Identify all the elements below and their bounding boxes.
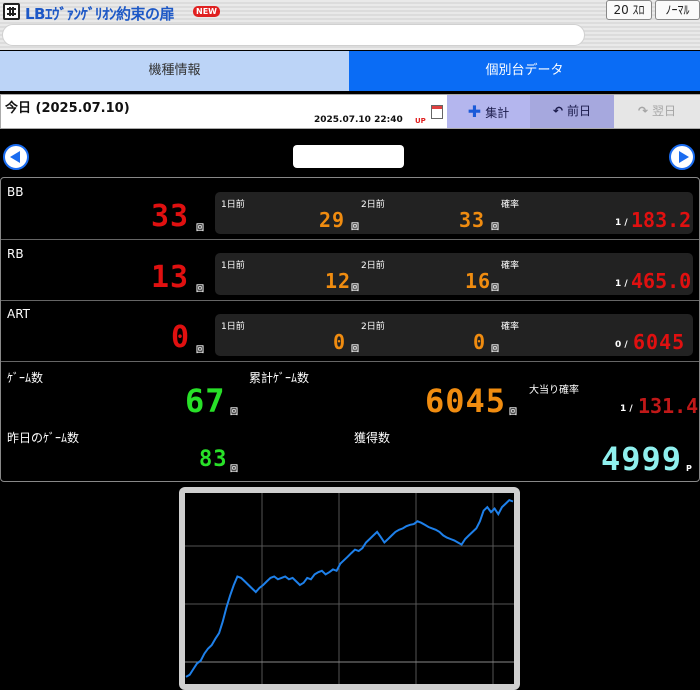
bb-count: 33 [151,199,190,234]
rb-rate-prefix: 1 / [615,279,628,289]
app-header: LBｴｳﾞｧﾝｹﾞﾘｵﾝ約束の扉 NEW 20 ｽﾛ ﾉｰﾏﾙ [0,0,700,50]
chart-background [185,493,514,684]
undo-arrow-icon: ↶ [552,104,564,118]
rb-rate-value: 465.0 [631,269,692,293]
art-rate-prefix: 0 / [615,340,628,350]
mode-toggle-button[interactable]: ﾉｰﾏﾙ [655,0,700,20]
unit-number-display [293,145,404,168]
bb-rate-value: 183.2 [631,208,692,232]
art-rate-value: 6045 [633,330,686,354]
slump-graph-chart [185,493,514,684]
next-day-button: ↷ 翌日 [614,95,700,128]
art-day2-label: 2日前 [361,322,385,332]
yesterday-games-unit: 回 [230,464,238,473]
search-input[interactable] [2,24,585,46]
bb-row: BB 33 回 1日前 2日前 確率 29 回 33 回 1 / 183.2 [1,178,699,240]
games-unit: 回 [230,407,238,416]
total-games-unit: 回 [509,407,517,416]
art-label: ART [7,307,31,321]
acquired-label: 獲得数 [354,431,391,445]
acquired-value: 4999 [601,440,683,478]
bb-history: 1日前 2日前 確率 29 回 33 回 1 / 183.2 [215,192,693,234]
hit-rate-label: 大当り確率 [529,385,579,396]
bb-day1-label: 1日前 [221,200,245,210]
tab-machine-info[interactable]: 機種情報 [0,51,349,91]
today-label: 今日 (2025.07.10) [5,101,130,116]
prev-day-button[interactable]: ↶ 前日 [530,95,614,128]
up-mark: UP [415,117,426,125]
total-games-label: 累計ｹﾞｰﾑ数 [249,371,310,385]
art-rate-label: 確率 [501,322,520,332]
total-button[interactable]: ✚ 集計 [447,95,530,128]
rb-rate-label: 確率 [501,261,520,271]
rb-count: 13 [151,260,190,295]
bb-day2-value: 33 [459,208,486,232]
rb-day2-value: 16 [465,269,492,293]
next-unit-arrow-icon[interactable] [669,144,695,170]
bb-unit: 回 [196,223,204,232]
art-history: 1日前 2日前 確率 0 回 0 回 0 / 6045 [215,314,693,356]
art-unit: 回 [196,345,204,354]
yesterday-games-label: 昨日のｹﾞｰﾑ数 [7,431,80,445]
bb-day2-label: 2日前 [361,200,385,210]
rb-row: RB 13 回 1日前 2日前 確率 12 回 16 回 1 / 465.0 [1,240,699,301]
rb-history: 1日前 2日前 確率 12 回 16 回 1 / 465.0 [215,253,693,295]
calendar-icon[interactable] [431,105,443,119]
acquired-unit: P [686,464,692,473]
bb-rate-prefix: 1 / [615,218,628,228]
rb-day2-label: 2日前 [361,261,385,271]
date-bar: 今日 (2025.07.10) 2025.07.10 22:40 UP ✚ 集計 … [0,94,700,129]
new-badge: NEW [193,6,220,17]
bb-rate-label: 確率 [501,200,520,210]
games-value: 67 [185,382,226,420]
art-row: ART 0 回 1日前 2日前 確率 0 回 0 回 0 / 6045 [1,301,699,362]
art-day2-value: 0 [473,330,487,354]
rb-day1-label: 1日前 [221,261,245,271]
redo-arrow-icon: ↷ [637,104,649,118]
plus-icon: ✚ [467,102,482,121]
bb-day1-value: 29 [319,208,346,232]
slump-graph [179,487,520,690]
data-panel: BB 33 回 1日前 2日前 確率 29 回 33 回 1 / 183.2 R… [0,177,700,482]
machine-title: LBｴｳﾞｧﾝｹﾞﾘｵﾝ約束の扉 [25,5,175,23]
rb-label: RB [7,247,24,261]
machine-count-button[interactable]: 20 ｽﾛ [606,0,652,20]
total-games-value: 6045 [425,382,507,420]
tab-unit-data[interactable]: 個別台データ [349,51,700,91]
art-day1-label: 1日前 [221,322,245,332]
film-logo-icon [3,3,20,20]
prev-unit-arrow-icon[interactable] [3,144,29,170]
hit-rate-value: 131.4 [638,394,699,418]
bb-label: BB [7,185,24,199]
update-timestamp: 2025.07.10 22:40 [314,115,403,125]
yesterday-games-value: 83 [199,447,228,472]
hit-rate-prefix: 1 / [620,404,633,414]
rb-day1-value: 12 [325,269,352,293]
art-day1-value: 0 [333,330,347,354]
rb-unit: 回 [196,284,204,293]
games-label: ｹﾞｰﾑ数 [7,371,44,385]
art-count: 0 [171,320,191,355]
